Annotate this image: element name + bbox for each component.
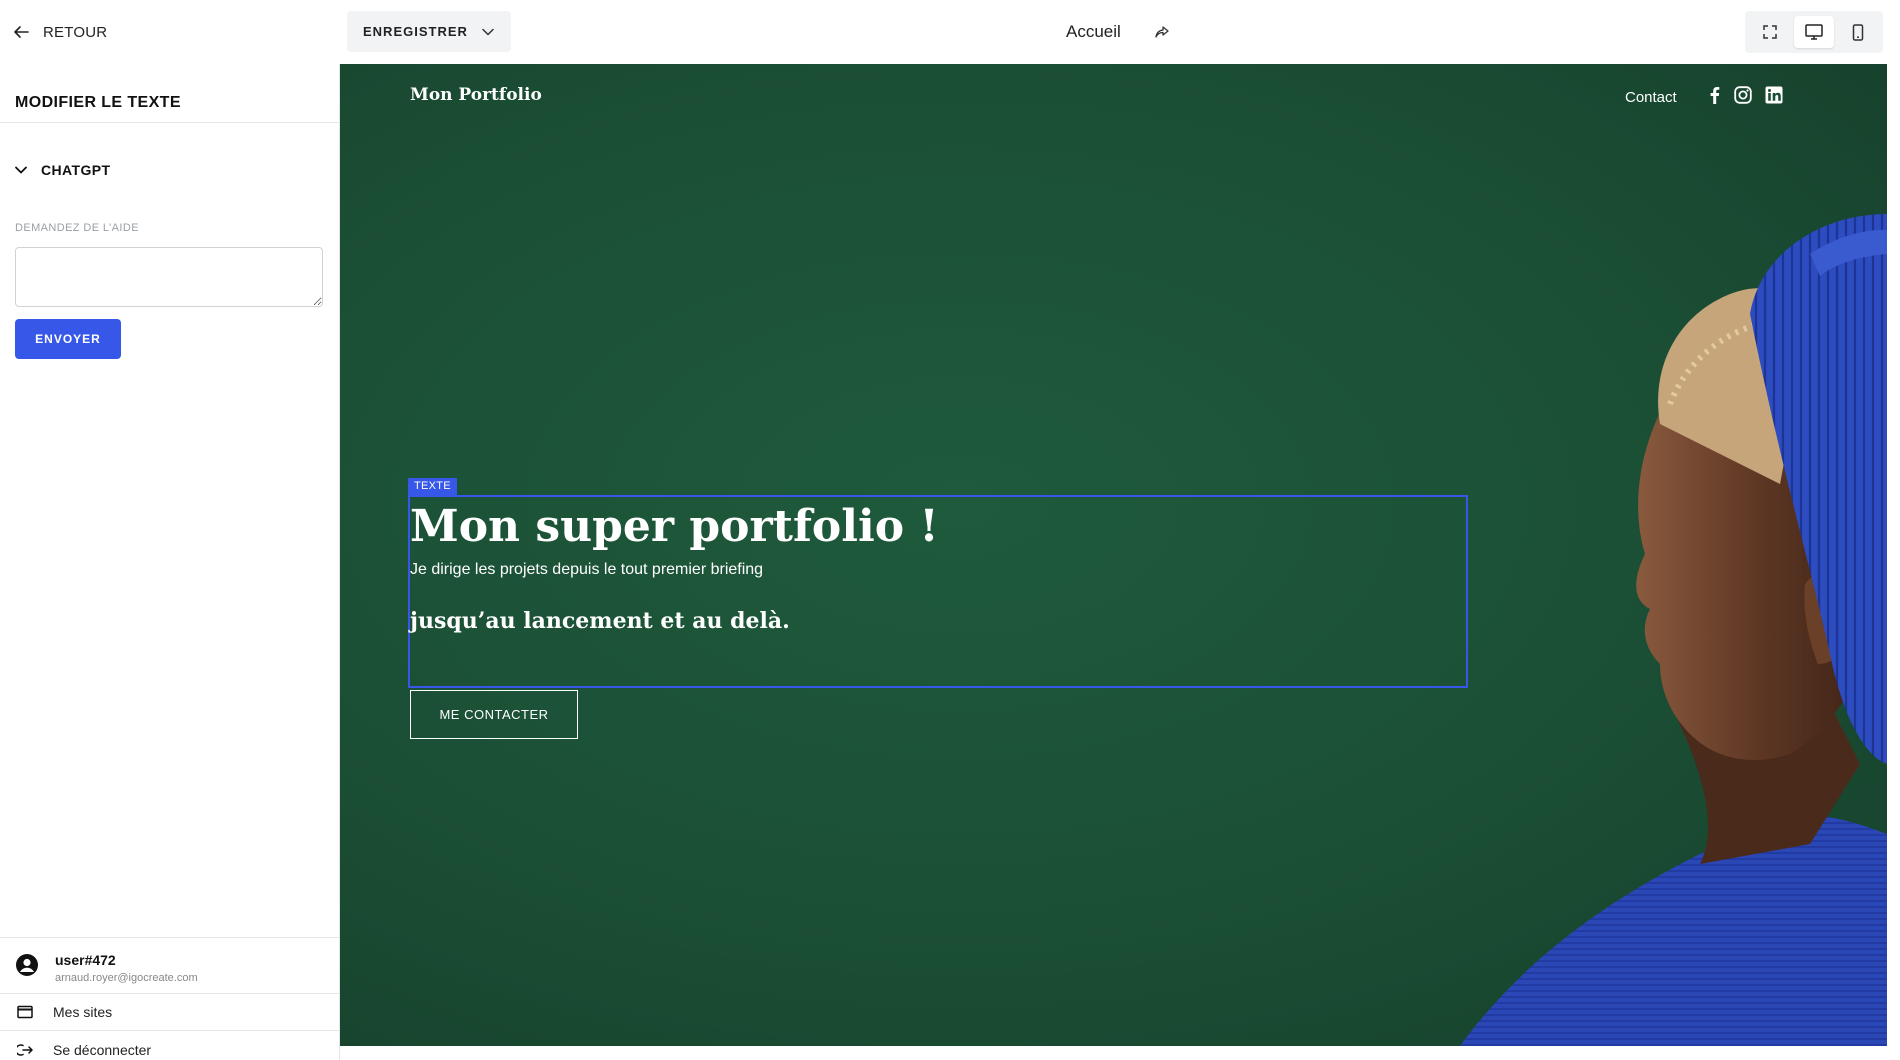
desktop-view-button[interactable]: [1794, 16, 1834, 48]
help-field-label: DEMANDEZ DE L’AIDE: [15, 222, 139, 234]
mobile-view-button[interactable]: [1838, 16, 1878, 48]
user-email: arnaud.royer@igocreate.com: [55, 972, 198, 984]
user-menu: user#472 arnaud.royer@igocreate.com Mes …: [0, 937, 340, 1060]
logout-link[interactable]: Se déconnecter: [0, 1031, 340, 1060]
desktop-icon: [1805, 24, 1823, 40]
user-name: user#472: [55, 952, 116, 968]
save-button[interactable]: ENREGISTRER: [347, 11, 511, 52]
logout-label: Se déconnecter: [53, 1041, 152, 1058]
page-name: Accueil: [1066, 22, 1121, 41]
user-circle-icon: [15, 953, 39, 977]
save-label: ENREGISTRER: [363, 24, 468, 39]
my-sites-label: Mes sites: [53, 1004, 113, 1020]
panel-title: MODIFIER LE TEXTE: [15, 94, 181, 111]
selection-type-tag: TEXTE: [408, 478, 457, 495]
chatgpt-section-toggle[interactable]: CHATGPT: [15, 162, 110, 178]
chatgpt-section-label: CHATGPT: [41, 162, 111, 178]
panel-divider: [0, 122, 340, 123]
top-toolbar: RETOUR ENREGISTRER Accueil: [0, 0, 1900, 64]
help-input[interactable]: [15, 247, 323, 307]
browser-window-icon: [17, 1005, 33, 1019]
edit-text-panel: MODIFIER LE TEXTE CHATGPT DEMANDEZ DE L’…: [0, 64, 340, 1060]
mobile-icon: [1852, 23, 1864, 41]
contact-me-button[interactable]: ME CONTACTER: [410, 690, 578, 739]
chevron-down-icon[interactable]: [482, 28, 494, 36]
user-account[interactable]: user#472 arnaud.royer@igocreate.com: [0, 938, 340, 994]
chevron-down-icon: [15, 166, 27, 174]
send-button[interactable]: ENVOYER: [15, 319, 121, 359]
page-selector[interactable]: Accueil: [1066, 19, 1169, 45]
share-arrow-icon[interactable]: [1155, 26, 1169, 38]
back-button[interactable]: RETOUR: [13, 20, 107, 44]
fullscreen-icon: [1763, 25, 1777, 39]
hero-subtitle[interactable]: Je dirige les projets depuis le tout pre…: [410, 561, 763, 579]
hero-title[interactable]: Mon super portfolio !: [410, 501, 939, 552]
site-logo[interactable]: Mon Portfolio: [410, 85, 542, 105]
arrow-left-icon: [13, 25, 29, 39]
logout-icon: [17, 1043, 33, 1057]
back-label: RETOUR: [43, 23, 108, 41]
hero-tagline[interactable]: jusqu’au lancement et au delà.: [410, 608, 790, 634]
site-preview: Mon Portfolio Contact TEXTE Mon super po…: [340, 64, 1887, 1046]
fullscreen-button[interactable]: [1750, 16, 1790, 48]
view-mode-controls: [1745, 11, 1883, 53]
my-sites-link[interactable]: Mes sites: [0, 994, 340, 1031]
